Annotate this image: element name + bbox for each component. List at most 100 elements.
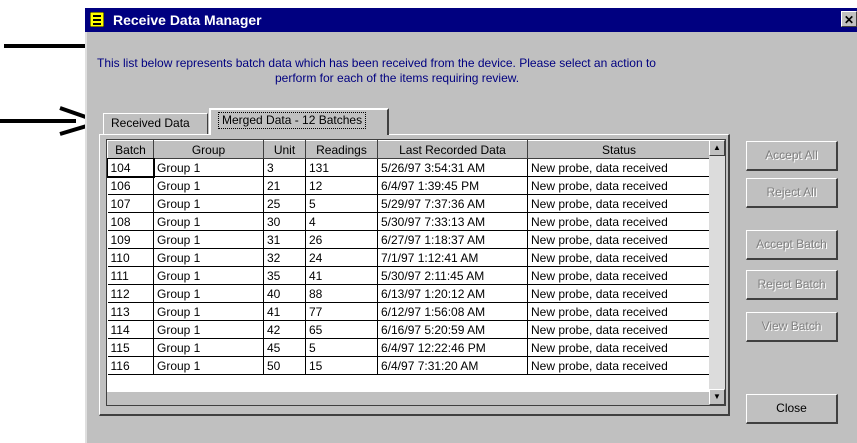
tab-label: Merged Data - 12 Batches	[218, 112, 367, 129]
table-cell: 5/30/97 2:11:45 AM	[377, 266, 528, 285]
description-text: This list below represents batch data wh…	[97, 56, 757, 86]
table-cell: 104	[107, 157, 155, 178]
table-row[interactable]: 109 Group 1 31 26 6/27/97 1:18:37 AM New prob…	[107, 230, 711, 249]
vertical-scrollbar[interactable]: ▲ ▼	[709, 140, 725, 405]
table-cell: New probe, data received	[527, 212, 711, 231]
table-cell: 31	[263, 230, 306, 249]
table-cell: 41	[305, 266, 378, 285]
title-bar: Receive Data Manager ✕	[85, 8, 857, 32]
table-cell: 109	[107, 230, 154, 249]
column-header-readings[interactable]: Readings	[305, 140, 378, 159]
table-cell: 41	[263, 302, 306, 321]
table-cell: 113	[107, 302, 154, 321]
table-cell: 108	[107, 212, 154, 231]
table-cell: 88	[305, 284, 378, 303]
scroll-down-icon[interactable]: ▼	[709, 389, 725, 405]
table-cell: 35	[263, 266, 306, 285]
table-cell: Group 1	[153, 284, 264, 303]
table-cell: 25	[263, 194, 306, 213]
close-window-button[interactable]: ✕	[841, 11, 857, 27]
close-button[interactable]: Close	[746, 394, 838, 424]
table-cell: Group 1	[153, 212, 264, 231]
table-cell: 3	[263, 158, 306, 177]
table-cell: 65	[305, 320, 378, 339]
window-title: Receive Data Manager	[113, 12, 262, 28]
table-cell: 6/4/97 7:31:20 AM	[377, 356, 528, 375]
table-cell: 30	[263, 212, 306, 231]
table-cell: 6/4/97 1:39:45 PM	[377, 176, 528, 195]
table-cell: 131	[305, 158, 378, 177]
description-line-1: This list below represents batch data wh…	[97, 56, 656, 70]
table-cell: 15	[305, 356, 378, 375]
table-cell: 5	[305, 194, 378, 213]
table-row[interactable]: 114 Group 1 42 65 6/16/97 5:20:59 AM New prob…	[107, 320, 711, 339]
table-cell: 107	[107, 194, 154, 213]
tab-merged-data[interactable]: Merged Data - 12 Batches	[209, 108, 389, 135]
column-header-batch[interactable]: Batch	[107, 140, 154, 159]
table-row[interactable]: 113 Group 1 41 77 6/12/97 1:56:08 AM New prob…	[107, 302, 711, 321]
table-cell: 114	[107, 320, 154, 339]
tab-label: Received Data	[111, 116, 190, 130]
grid-footer	[107, 392, 710, 405]
table-cell: New probe, data received	[527, 194, 711, 213]
table-cell: New probe, data received	[527, 230, 711, 249]
app-icon	[90, 12, 104, 27]
table-cell: 32	[263, 248, 306, 267]
view-batch-button[interactable]: View Batch	[746, 312, 838, 342]
table-cell: Group 1	[153, 302, 264, 321]
table-row[interactable]: 104 Group 1 3 131 5/26/97 3:54:31 AM New prob…	[107, 157, 711, 178]
batch-table: Batch Group Unit Readings Last Recorded …	[107, 140, 711, 375]
reject-all-button[interactable]: Reject All	[746, 178, 838, 208]
accept-batch-button[interactable]: Accept Batch	[746, 230, 838, 260]
table-cell: Group 1	[153, 230, 264, 249]
table-cell: 40	[263, 284, 306, 303]
table-cell: 115	[107, 338, 154, 357]
table-cell: 77	[305, 302, 378, 321]
scroll-up-icon[interactable]: ▲	[709, 140, 725, 156]
table-cell: Group 1	[153, 158, 264, 177]
table-cell: 50	[263, 356, 306, 375]
table-cell: Group 1	[153, 194, 264, 213]
table-cell: 6/16/97 5:20:59 AM	[377, 320, 528, 339]
table-row[interactable]: 106 Group 1 21 12 6/4/97 1:39:45 PM New probe…	[107, 176, 711, 195]
tab-received-data[interactable]: Received Data	[103, 113, 208, 135]
table-cell: 26	[305, 230, 378, 249]
column-header-unit[interactable]: Unit	[263, 140, 306, 159]
table-cell: 6/4/97 12:22:46 PM	[377, 338, 528, 357]
table-cell: 6/12/97 1:56:08 AM	[377, 302, 528, 321]
reject-batch-button[interactable]: Reject Batch	[746, 270, 838, 300]
batch-grid[interactable]: Batch Group Unit Readings Last Recorded …	[106, 139, 726, 406]
table-cell: 4	[305, 212, 378, 231]
table-row[interactable]: 116 Group 1 50 15 6/4/97 7:31:20 AM New probe…	[107, 356, 711, 375]
close-icon: ✕	[843, 13, 855, 27]
table-header-row: Batch Group Unit Readings Last Recorded …	[107, 140, 711, 159]
table-cell: New probe, data received	[527, 158, 711, 177]
table-row[interactable]: 110 Group 1 32 24 7/1/97 1:12:41 AM New probe…	[107, 248, 711, 267]
table-cell: 5/26/97 3:54:31 AM	[377, 158, 528, 177]
table-row[interactable]: 112 Group 1 40 88 6/13/97 1:20:12 AM New prob…	[107, 284, 711, 303]
table-cell: 112	[107, 284, 154, 303]
table-row[interactable]: 115 Group 1 45 5 6/4/97 12:22:46 PM New probe…	[107, 338, 711, 357]
table-row[interactable]: 107 Group 1 25 5 5/29/97 7:37:36 AM New probe…	[107, 194, 711, 213]
table-cell: New probe, data received	[527, 248, 711, 267]
table-cell: Group 1	[153, 248, 264, 267]
table-row[interactable]: 108 Group 1 30 4 5/30/97 7:33:13 AM New probe…	[107, 212, 711, 231]
column-header-last-recorded[interactable]: Last Recorded Data	[377, 140, 528, 159]
table-cell: 5/30/97 7:33:13 AM	[377, 212, 528, 231]
table-cell: 6/27/97 1:18:37 AM	[377, 230, 528, 249]
column-header-group[interactable]: Group	[153, 140, 264, 159]
table-row[interactable]: 111 Group 1 35 41 5/30/97 2:11:45 AM New prob…	[107, 266, 711, 285]
description-line-2: perform for each of the items requiring …	[275, 71, 520, 85]
table-cell: Group 1	[153, 320, 264, 339]
table-cell: New probe, data received	[527, 302, 711, 321]
table-cell: Group 1	[153, 356, 264, 375]
table-cell: 6/13/97 1:20:12 AM	[377, 284, 528, 303]
table-cell: 106	[107, 176, 154, 195]
table-cell: 5/29/97 7:37:36 AM	[377, 194, 528, 213]
column-header-status[interactable]: Status	[527, 140, 711, 159]
accept-all-button[interactable]: Accept All	[746, 141, 838, 171]
table-cell: New probe, data received	[527, 284, 711, 303]
table-cell: 111	[107, 266, 154, 285]
table-cell: 24	[305, 248, 378, 267]
table-cell: 5	[305, 338, 378, 357]
